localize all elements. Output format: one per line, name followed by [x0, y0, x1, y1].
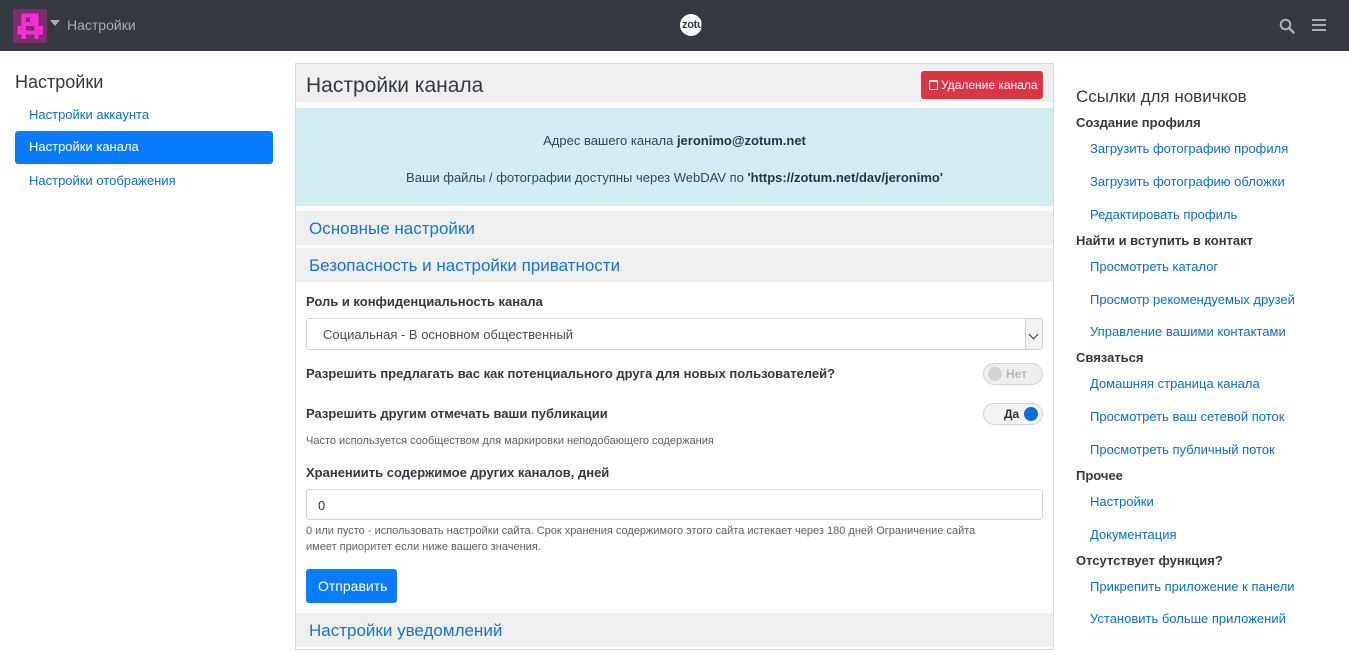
section-notification-settings[interactable]: Настройки уведомлений: [296, 613, 1053, 647]
link-upload-profile-photo[interactable]: Загрузить фотографию профиля: [1090, 141, 1288, 156]
sidebar-item-account-settings[interactable]: Настройки аккаунта: [15, 99, 273, 132]
channel-address-prefix: Адрес вашего канала: [543, 133, 674, 148]
role-select[interactable]: Социальная - В основном общественный: [306, 318, 1043, 350]
link-install-apps[interactable]: Установить больше приложений: [1090, 611, 1286, 626]
hamburger-icon[interactable]: [1312, 18, 1326, 32]
webdav-url: 'https://zotum.net/dav/jeronimo': [747, 170, 943, 185]
link-directory[interactable]: Просмотреть каталог: [1090, 259, 1218, 274]
suggest-friend-toggle[interactable]: Нет: [983, 363, 1043, 385]
channel-settings-card: Настройки канала Удаление канала Адрес в…: [295, 63, 1054, 650]
section-privacy-settings[interactable]: Безопасность и настройки приватности: [296, 248, 1053, 282]
sidebar-item-channel-settings[interactable]: Настройки канала: [15, 131, 273, 164]
nav-page-title: Настройки: [67, 17, 136, 33]
link-manage-connections[interactable]: Управление вашими контактами: [1090, 324, 1286, 339]
group-heading-find: Найти и вступить в контакт: [1076, 233, 1254, 248]
delete-channel-label: Удаление канала: [941, 78, 1038, 92]
toggle-knob: [1024, 407, 1038, 421]
group-heading-other: Прочее: [1076, 468, 1123, 483]
link-settings[interactable]: Настройки: [1090, 494, 1154, 509]
chevron-down-icon[interactable]: [50, 20, 60, 26]
group-heading-profile: Создание профиля: [1076, 115, 1201, 130]
allow-tagging-help: Часто используется сообществом для марки…: [306, 435, 714, 447]
toggle-knob: [988, 367, 1002, 381]
link-network-stream[interactable]: Просмотреть ваш сетевой поток: [1090, 409, 1284, 424]
top-navbar: Настройки zotum: [0, 0, 1349, 51]
link-suggested-friends[interactable]: Просмотр рекомендуемых друзей: [1090, 292, 1295, 307]
chevron-down-icon[interactable]: [1025, 319, 1042, 349]
submit-button[interactable]: Отправить: [306, 569, 397, 603]
newbie-links-title: Ссылки для новичков: [1076, 87, 1247, 106]
role-select-value: Социальная - В основном общественный: [323, 327, 574, 342]
card-header: Настройки канала Удаление канала: [296, 64, 1053, 105]
allow-tagging-toggle[interactable]: Да: [983, 403, 1043, 425]
webdav-line: Ваши файлы / фотографии доступны через W…: [296, 170, 1053, 185]
left-sidebar-title: Настройки: [15, 72, 104, 92]
channel-address: jeronimo@zotum.net: [676, 133, 806, 148]
role-label: Роль и конфиденциальность канала: [306, 294, 543, 309]
page-title: Настройки канала: [306, 74, 484, 97]
allow-tagging-toggle-label: Да: [1004, 407, 1020, 421]
expire-days-label: Хранениить содержимое других каналов, дн…: [306, 465, 610, 480]
group-heading-connect: Связаться: [1076, 350, 1144, 365]
link-channel-home[interactable]: Домашняя страница канала: [1090, 376, 1260, 391]
section-basic-settings[interactable]: Основные настройки: [296, 211, 1053, 245]
delete-channel-button[interactable]: Удаление канала: [921, 71, 1043, 99]
pixel-avatar-icon[interactable]: [13, 9, 47, 43]
link-upload-cover-photo[interactable]: Загрузить фотографию обложки: [1090, 174, 1285, 189]
brand-text: zotum: [682, 19, 713, 31]
allow-tagging-label: Разрешить другим отмечать ваши публикаци…: [306, 406, 608, 421]
channel-address-line: Адрес вашего канала jeronimo@zotum.net: [296, 133, 1053, 148]
link-documentation[interactable]: Документация: [1090, 527, 1177, 542]
channel-info-box: Адрес вашего канала jeronimo@zotum.net В…: [296, 108, 1053, 206]
search-icon[interactable]: [1279, 18, 1295, 34]
suggest-friend-label: Разрешить предлагать вас как потенциальн…: [306, 366, 836, 381]
group-heading-missing-feature: Отсутствует функция?: [1076, 553, 1223, 568]
link-public-stream[interactable]: Просмотреть публичный поток: [1090, 442, 1275, 457]
suggest-friend-toggle-label: Нет: [1006, 367, 1028, 381]
expire-days-help-2: имеет приоритет если ниже вашего значени…: [306, 541, 541, 553]
trash-icon: [929, 80, 938, 90]
brand-logo[interactable]: zotum: [680, 14, 720, 36]
webdav-prefix: Ваши файлы / фотографии доступны через W…: [406, 170, 744, 185]
expire-days-help-1: 0 или пусто - использовать настройки сай…: [306, 525, 976, 537]
sidebar-item-display-settings[interactable]: Настройки отображения: [15, 165, 273, 198]
link-edit-profile[interactable]: Редактировать профиль: [1090, 207, 1237, 222]
expire-days-input[interactable]: 0: [306, 489, 1043, 520]
link-pin-app[interactable]: Прикрепить приложение к панели: [1090, 579, 1295, 594]
